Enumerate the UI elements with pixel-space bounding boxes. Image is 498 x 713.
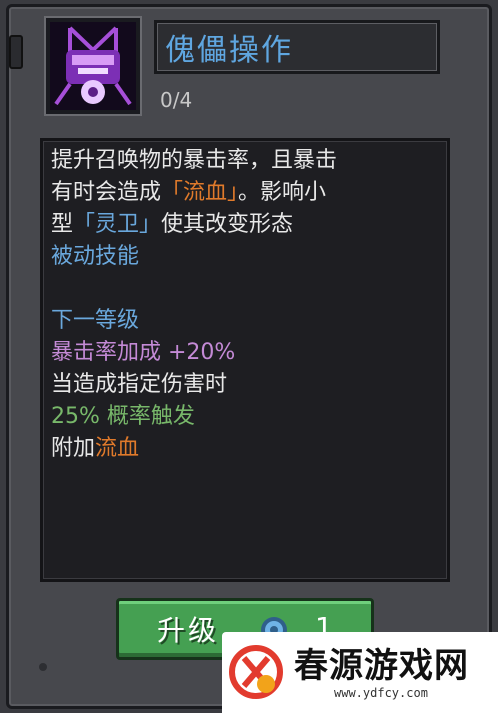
upgrade-label: 升级: [157, 614, 220, 647]
site-url: www.ydfcy.com: [334, 686, 428, 700]
skill-title-box: 傀儡操作: [154, 20, 440, 74]
desc-text: 。影响小: [238, 180, 327, 205]
spirit-guard-keyword: 「灵卫」: [73, 212, 162, 237]
desc-text: 使其改变形态: [161, 212, 294, 237]
trigger-chance: 25% 概率触发: [51, 404, 195, 429]
skill-title: 傀儡操作: [165, 33, 293, 68]
corner-rivet: [39, 663, 47, 671]
desc-line: 型「灵卫」使其改变形态: [51, 209, 439, 241]
effect-line: 附加流血: [51, 433, 439, 465]
desc-text: 附加: [51, 436, 96, 461]
desc-text: 型: [51, 212, 74, 237]
next-level-heading: 下一等级: [51, 308, 140, 333]
site-logo-icon: [228, 640, 284, 700]
site-watermark: 春源游戏网 www.ydfcy.com: [222, 632, 498, 713]
skill-description: 提升召唤物的暴击率，且暴击 有时会造成「流血」。影响小 型「灵卫」使其改变形态 …: [40, 138, 450, 582]
site-name: 春源游戏网: [294, 646, 469, 686]
bleed-keyword: 「流血」: [161, 180, 239, 205]
trigger-condition: 当造成指定伤害时: [51, 372, 228, 397]
bleed-effect: 流血: [95, 436, 140, 461]
side-tab[interactable]: [9, 35, 23, 69]
desc-text: 有时会造成: [51, 180, 162, 205]
passive-label: 被动技能: [51, 244, 140, 269]
crit-bonus: 暴击率加成 +20%: [51, 340, 236, 365]
desc-line: 提升召唤物的暴击率，且暴击: [51, 148, 338, 173]
skill-level: 0/4: [160, 88, 193, 112]
desc-line: 有时会造成「流血」。影响小: [51, 177, 439, 209]
puppet-skill-icon: [46, 18, 140, 114]
